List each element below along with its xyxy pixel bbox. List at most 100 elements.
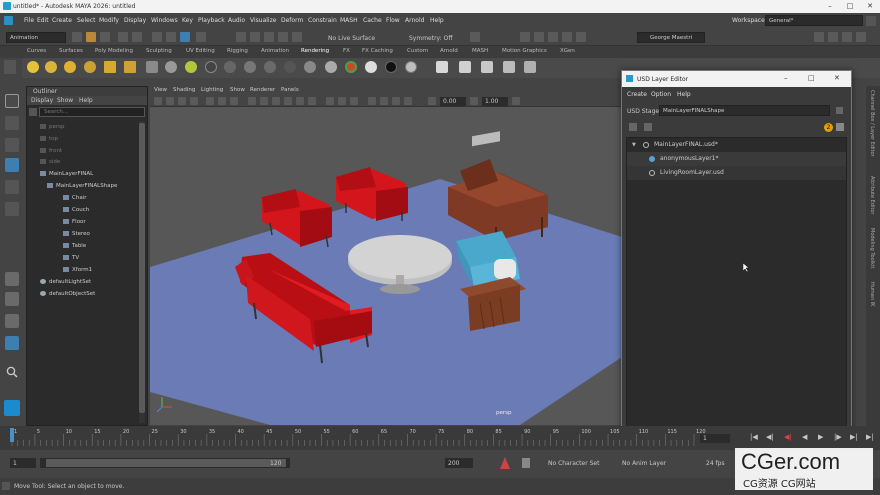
history-icon[interactable] (470, 32, 480, 42)
end-frame-field[interactable]: 200 (445, 458, 473, 468)
menu-create[interactable]: Create (52, 17, 72, 24)
wireframe-icon[interactable] (248, 97, 256, 105)
step-forward-key-icon[interactable]: ▶| (850, 433, 858, 441)
lambert-material-icon[interactable] (185, 61, 197, 73)
directional-light-icon[interactable] (45, 61, 57, 73)
minimize-button[interactable]: – (820, 2, 840, 11)
shelf-tab-fx[interactable]: FX (343, 48, 350, 54)
menu-mash[interactable]: MASH (340, 17, 358, 24)
shelf-tab-fx-caching[interactable]: FX Caching (362, 48, 393, 54)
phonge-material-icon[interactable] (224, 61, 236, 73)
area-light-icon[interactable] (104, 61, 116, 73)
shelf-tab-mash[interactable]: MASH (472, 48, 488, 54)
play-backwards-icon[interactable]: ◀ (802, 433, 807, 441)
user-account-dropdown[interactable]: George Maestri (637, 32, 705, 43)
character-set-label[interactable]: No Character Set (548, 460, 599, 467)
edit-target-badge[interactable]: 2 (824, 123, 833, 132)
workspace-dropdown[interactable]: General* (765, 15, 863, 26)
outliner-item-table[interactable]: Table (63, 243, 86, 249)
live-surface-label[interactable]: No Live Surface (328, 35, 375, 42)
layered-shader-icon[interactable] (264, 61, 276, 73)
shelf-settings-icon[interactable] (4, 60, 16, 74)
shading-map-icon[interactable] (304, 61, 316, 73)
usd-editor-close-button[interactable]: ✕ (834, 74, 840, 82)
lock-selection-icon[interactable] (196, 32, 206, 42)
isolate-select-icon[interactable] (326, 97, 334, 105)
tab-channel-box[interactable]: Channel Box / Layer Editor (869, 90, 875, 157)
gamma-icon[interactable] (470, 97, 478, 105)
menu-display[interactable]: Display (124, 17, 146, 24)
render-sequence-icon[interactable] (524, 61, 536, 73)
snap-surface-icon[interactable] (292, 32, 302, 42)
anim-layer-label[interactable]: No Anim Layer (622, 460, 666, 467)
go-to-end-icon[interactable]: ▶| (866, 433, 874, 441)
shelf-tab-xgen[interactable]: XGen (560, 48, 575, 54)
black-shader-icon[interactable] (385, 61, 397, 73)
render-view-icon[interactable] (576, 32, 586, 42)
bookmark-icon[interactable] (178, 97, 186, 105)
outliner-menu-help[interactable]: Help (79, 97, 93, 104)
toggle-channel-box-icon[interactable] (828, 32, 838, 42)
viewport-menu-shading[interactable]: Shading (173, 87, 195, 93)
snap-curve-icon[interactable] (250, 32, 260, 42)
auto-key-icon[interactable] (500, 457, 510, 469)
render-globals-icon[interactable] (481, 61, 493, 73)
toggle-outliner-icon[interactable] (814, 32, 824, 42)
shelf-tab-custom[interactable]: Custom (407, 48, 428, 54)
anisotropic-material-icon[interactable] (244, 61, 256, 73)
start-frame-field[interactable]: 1 (10, 458, 36, 468)
menu-windows[interactable]: Windows (151, 17, 178, 24)
perspective-viewport[interactable]: persp (150, 107, 622, 425)
move-tool-icon[interactable] (5, 158, 19, 172)
color-management-icon[interactable] (512, 97, 520, 105)
snap-view-plane-icon[interactable] (278, 32, 288, 42)
viewport-menu-panels[interactable]: Panels (281, 87, 299, 93)
surface-shader-icon[interactable] (325, 61, 337, 73)
shelf-tab-uv-editing[interactable]: UV Editing (186, 48, 215, 54)
expand-arrow-icon[interactable]: ▼ (632, 138, 636, 152)
step-forward-frame-icon[interactable]: |▶ (834, 433, 842, 441)
viewport-menu-lighting[interactable]: Lighting (201, 87, 223, 93)
menu-visualize[interactable]: Visualize (250, 17, 276, 24)
menu-flow[interactable]: Flow (386, 17, 400, 24)
use-background-icon[interactable] (345, 61, 357, 73)
viewport-menu-view[interactable]: View (154, 87, 167, 93)
range-slider[interactable]: 1 120 (40, 458, 290, 468)
point-light-icon[interactable] (64, 61, 76, 73)
ambient-light-icon[interactable] (27, 61, 39, 73)
usd-stage-dropdown[interactable]: MainLayerFINALShape (659, 105, 830, 116)
select-hierarchy-icon[interactable] (152, 32, 162, 42)
fps-label[interactable]: 24 fps (706, 460, 725, 467)
image-plane-icon[interactable] (190, 97, 198, 105)
tab-human-ik[interactable]: Human IK (869, 282, 875, 306)
toggle-tool-settings-icon[interactable] (856, 32, 866, 42)
scale-tool-icon[interactable] (5, 202, 19, 216)
save-scene-icon[interactable] (100, 32, 110, 42)
select-tool-icon[interactable] (5, 94, 19, 108)
film-gate-icon[interactable] (218, 97, 226, 105)
volume-light-icon[interactable] (124, 61, 136, 73)
batch-render-icon[interactable] (503, 61, 515, 73)
tab-modeling-toolkit[interactable]: Modeling Toolkit (869, 228, 875, 268)
outliner-item-top[interactable]: top (40, 136, 58, 142)
outliner-item-stereo[interactable]: Stereo (63, 231, 90, 237)
outliner-item-defaultlightset[interactable]: defaultLightSet (40, 279, 91, 285)
menu-file[interactable]: File (24, 17, 34, 24)
exposure-field[interactable]: 0.00 (440, 97, 466, 106)
character-set-icon[interactable] (522, 458, 530, 468)
shadows-icon[interactable] (308, 97, 316, 105)
xray-joints-icon[interactable] (350, 97, 358, 105)
phong-material-icon[interactable] (205, 61, 217, 73)
shelf-tab-arnold[interactable]: Arnold (440, 48, 458, 54)
ipr-icon[interactable] (459, 61, 471, 73)
outliner-item-tv[interactable]: TV (63, 255, 79, 261)
gamma-field[interactable]: 1.00 (482, 97, 508, 106)
outliner-item-front[interactable]: front (40, 148, 62, 154)
xray-icon[interactable] (338, 97, 346, 105)
menu-select[interactable]: Select (77, 17, 96, 24)
anti-aliasing-icon[interactable] (392, 97, 400, 105)
usd-editor-minimize-button[interactable]: – (784, 74, 788, 82)
spot-light-icon[interactable] (84, 61, 96, 73)
workspace-settings-icon[interactable] (866, 16, 876, 26)
shelf-tab-sculpting[interactable]: Sculpting (146, 48, 172, 54)
